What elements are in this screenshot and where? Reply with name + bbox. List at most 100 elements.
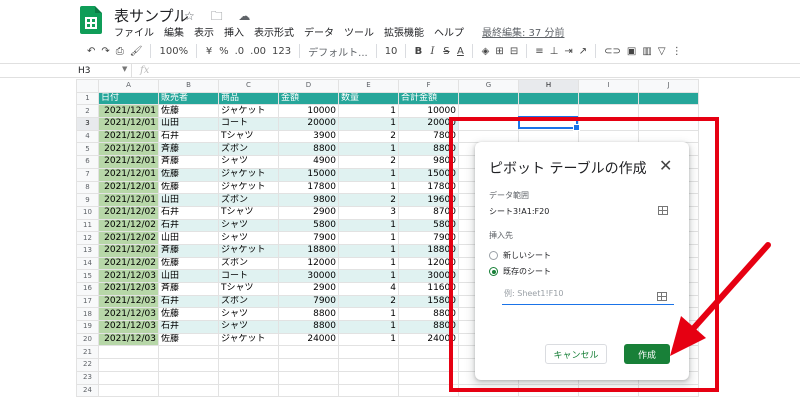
filter-icon[interactable]: ▽ (655, 41, 669, 61)
table-cell[interactable]: 7900 (278, 231, 339, 245)
column-header-a[interactable]: A (98, 79, 159, 93)
table-cell[interactable]: 4 (338, 282, 399, 296)
row-header[interactable]: 8 (76, 180, 99, 195)
table-cell[interactable]: 石井 (158, 320, 219, 334)
table-cell[interactable]: 1 (338, 307, 399, 322)
table-header-cell[interactable]: 数量 (338, 91, 399, 106)
table-cell[interactable]: 2021/12/01 (98, 104, 159, 119)
table-cell[interactable]: 1 (338, 269, 399, 283)
empty-cell[interactable] (338, 383, 399, 398)
empty-cell[interactable] (638, 91, 699, 106)
table-cell[interactable]: 2021/12/01 (98, 117, 159, 131)
row-header[interactable]: 4 (76, 129, 99, 144)
table-cell[interactable]: 石井 (158, 294, 219, 309)
table-cell[interactable]: 8800 (278, 142, 339, 157)
table-cell[interactable]: 佐藤 (158, 180, 219, 195)
empty-cell[interactable] (278, 370, 339, 385)
table-cell[interactable]: 佐藤 (158, 256, 219, 271)
table-cell[interactable]: 2021/12/03 (98, 282, 159, 296)
row-header[interactable]: 21 (76, 345, 99, 360)
table-cell[interactable]: 24000 (278, 332, 339, 347)
print-icon[interactable]: ⎙ (113, 41, 127, 61)
sheets-logo-icon[interactable] (80, 6, 102, 34)
table-cell[interactable]: 8800 (278, 320, 339, 334)
table-cell[interactable]: Tシャツ (218, 282, 279, 296)
table-cell[interactable]: 2021/12/03 (98, 307, 159, 322)
decrease-decimal-button[interactable]: .0 (232, 41, 248, 61)
table-cell[interactable]: 2900 (278, 205, 339, 220)
vertical-align-icon[interactable]: ⊥ (547, 41, 562, 61)
table-cell[interactable]: 石井 (158, 205, 219, 220)
table-cell[interactable]: 2021/12/01 (98, 155, 159, 169)
menu-tools[interactable]: ツール (344, 24, 374, 40)
empty-cell[interactable] (578, 104, 639, 119)
table-header-cell[interactable]: 販売者 (158, 91, 219, 106)
table-cell[interactable]: 2021/12/03 (98, 320, 159, 334)
table-cell[interactable]: 5800 (278, 218, 339, 233)
table-cell[interactable]: シャツ (218, 231, 279, 245)
table-cell[interactable]: 1 (338, 142, 399, 157)
table-cell[interactable]: 2021/12/03 (98, 294, 159, 309)
table-cell[interactable]: ジャケット (218, 180, 279, 195)
table-cell[interactable]: 1 (338, 218, 399, 233)
table-cell[interactable]: 15000 (278, 167, 339, 182)
menu-view[interactable]: 表示 (194, 24, 214, 40)
column-header-c[interactable]: C (218, 79, 279, 93)
column-header-j[interactable]: J (638, 79, 699, 93)
empty-cell[interactable] (158, 345, 219, 360)
table-cell[interactable]: コート (218, 269, 279, 283)
table-cell[interactable]: シャツ (218, 218, 279, 233)
table-cell[interactable]: 4900 (278, 155, 339, 169)
table-cell[interactable]: ズボン (218, 256, 279, 271)
menu-extensions[interactable]: 拡張機能 (384, 24, 424, 40)
table-cell[interactable]: 18800 (278, 243, 339, 258)
row-header[interactable]: 22 (76, 358, 99, 372)
table-cell[interactable]: 2021/12/03 (98, 269, 159, 283)
column-header-i[interactable]: I (578, 79, 639, 93)
menu-format[interactable]: 表示形式 (254, 24, 294, 40)
select-all-corner[interactable] (76, 79, 99, 93)
table-header-cell[interactable]: 日付 (98, 91, 159, 106)
row-header[interactable]: 24 (76, 383, 99, 398)
table-cell[interactable]: 石井 (158, 218, 219, 233)
table-cell[interactable]: 10000 (278, 104, 339, 119)
empty-cell[interactable] (98, 358, 159, 372)
empty-cell[interactable] (278, 383, 339, 398)
menu-insert[interactable]: 挿入 (224, 24, 244, 40)
insert-comment-icon[interactable]: ▣ (624, 41, 639, 61)
table-cell[interactable]: 2021/12/02 (98, 205, 159, 220)
row-header[interactable]: 14 (76, 256, 99, 271)
table-cell[interactable]: 斉藤 (158, 243, 219, 258)
menu-data[interactable]: データ (304, 24, 334, 40)
table-cell[interactable]: Tシャツ (218, 205, 279, 220)
table-cell[interactable]: ズボン (218, 294, 279, 309)
table-cell[interactable]: 2021/12/03 (98, 332, 159, 347)
table-cell[interactable]: 9800 (278, 193, 339, 207)
table-cell[interactable]: 2021/12/02 (98, 243, 159, 258)
row-header[interactable]: 18 (76, 307, 99, 322)
empty-cell[interactable] (458, 104, 519, 119)
empty-cell[interactable] (278, 345, 339, 360)
table-cell[interactable]: 佐藤 (158, 307, 219, 322)
text-wrap-icon[interactable]: ⇥ (561, 41, 575, 61)
table-cell[interactable]: 2021/12/01 (98, 142, 159, 157)
table-cell[interactable]: 2021/12/01 (98, 180, 159, 195)
row-header[interactable]: 3 (76, 117, 99, 131)
table-cell[interactable]: ズボン (218, 142, 279, 157)
row-header[interactable]: 1 (76, 91, 99, 106)
empty-cell[interactable] (338, 358, 399, 372)
table-cell[interactable]: 佐藤 (158, 104, 219, 119)
empty-cell[interactable] (338, 345, 399, 360)
table-cell[interactable]: 2900 (278, 282, 339, 296)
table-cell[interactable]: 石井 (158, 129, 219, 144)
table-cell[interactable]: 1 (338, 243, 399, 258)
row-header[interactable]: 11 (76, 218, 99, 233)
table-header-cell[interactable]: 商品 (218, 91, 279, 106)
menu-file[interactable]: ファイル (114, 24, 154, 40)
empty-cell[interactable] (158, 358, 219, 372)
table-cell[interactable]: 2 (338, 155, 399, 169)
row-header[interactable]: 2 (76, 104, 99, 119)
text-color-button[interactable]: A (453, 41, 467, 61)
empty-cell[interactable] (218, 370, 279, 385)
column-header-g[interactable]: G (458, 79, 519, 93)
